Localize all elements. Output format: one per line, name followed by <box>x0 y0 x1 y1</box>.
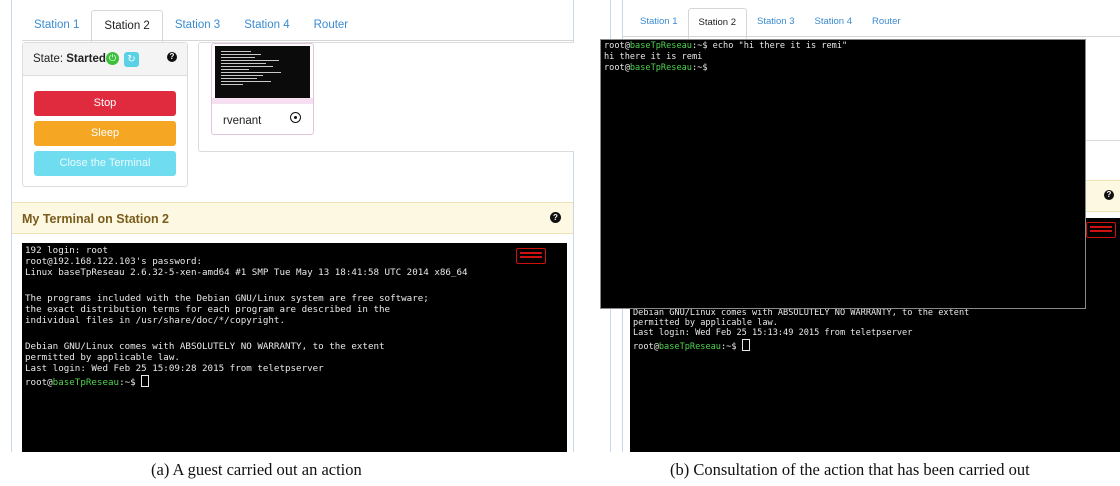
terminal-line: Last login: Wed Feb 25 15:13:49 2015 fro… <box>633 328 913 338</box>
terminal-line: the exact distribution terms for each pr… <box>25 304 391 315</box>
help-icon[interactable]: ? <box>550 212 561 223</box>
keyboard-icon[interactable] <box>516 248 546 264</box>
figure-panel-b: Station 1 Station 2 Station 3 Station 4 … <box>600 0 1120 452</box>
prompt-user: root@ <box>604 63 630 73</box>
tab-station-3[interactable]: Station 3 <box>163 10 232 40</box>
station-tabs: Station 1 Station 2 Station 3 Station 4 … <box>22 10 361 43</box>
state-label-text: State: <box>33 53 64 65</box>
prompt-user: root@ <box>25 377 53 388</box>
terminal-line: Linux baseTpReseau 2.6.32-5-xen-amd64 #1… <box>25 267 468 278</box>
refresh-icon[interactable]: ↻ <box>124 52 139 67</box>
terminal-line: 192 login: root <box>25 245 108 256</box>
tabs-divider <box>622 36 1120 37</box>
state-value: Started <box>66 53 106 65</box>
figure-panel-a: Station 1 Station 2 Station 3 Station 4 … <box>0 0 578 452</box>
power-icon[interactable]: ⏻ <box>106 52 119 65</box>
terminal-line: The programs included with the Debian GN… <box>25 293 429 304</box>
station-tabs: Station 1 Station 2 Station 3 Station 4 … <box>630 8 911 39</box>
state-header: State: Started ⏻ ↻ ? <box>23 43 187 76</box>
terminal-title: My Terminal on Station 2 <box>22 212 170 226</box>
eye-icon[interactable] <box>290 112 301 123</box>
terminal-line: permitted by applicable law. <box>25 352 180 363</box>
terminal-command-line: root@baseTpReseau:~$ echo "hi there it i… <box>604 41 847 51</box>
terminal-thumbnail <box>215 46 310 98</box>
terminal-output: hi there it is remi <box>604 52 703 62</box>
consultation-terminal[interactable]: root@baseTpReseau:~$ echo "hi there it i… <box>600 39 1086 309</box>
help-icon[interactable]: ? <box>1104 190 1114 200</box>
user-card-divider <box>212 98 313 104</box>
terminal-cursor <box>741 339 750 351</box>
prompt-user: root@ <box>633 342 659 352</box>
command-text: echo "hi there it is remi" <box>712 41 848 51</box>
tab-station-2[interactable]: Station 2 <box>687 8 747 39</box>
prompt-tail: :~$ <box>720 342 742 352</box>
tab-router[interactable]: Router <box>302 10 361 40</box>
keyboard-icon[interactable] <box>1086 222 1116 238</box>
prompt-user: root@ <box>604 41 630 51</box>
terminal-header: My Terminal on Station 2 ? <box>12 202 573 234</box>
terminal-line: root@192.168.122.103's password: <box>25 256 203 267</box>
prompt-tail: :~$ <box>691 41 713 51</box>
tab-router[interactable]: Router <box>862 8 911 36</box>
prompt-host: baseTpReseau <box>658 342 721 352</box>
prompt-tail: :~$ <box>119 377 142 388</box>
tabs-divider <box>22 40 573 41</box>
terminal-line: Debian GNU/Linux comes with ABSOLUTELY N… <box>25 341 385 352</box>
prompt-host: baseTpReseau <box>629 41 692 51</box>
tab-station-4[interactable]: Station 4 <box>805 8 863 36</box>
state-label: State: Started <box>33 53 106 65</box>
terminal-prompt: root@baseTpReseau:~$ <box>633 339 750 352</box>
terminal-prompt: root@baseTpReseau:~$ <box>604 63 713 73</box>
tab-station-1[interactable]: Station 1 <box>22 10 91 40</box>
state-panel: State: Started ⏻ ↻ ? Stop Sleep Close th… <box>22 42 188 187</box>
prompt-host: baseTpReseau <box>52 377 120 388</box>
stop-button[interactable]: Stop <box>34 91 176 116</box>
caption-a: (a) A guest carried out an action <box>151 460 362 479</box>
caption-b: (b) Consultation of the action that has … <box>670 460 1030 479</box>
prompt-host: baseTpReseau <box>629 63 692 73</box>
terminal-cursor <box>141 375 150 387</box>
tab-station-2[interactable]: Station 2 <box>91 10 163 43</box>
user-name: rvenant <box>223 115 262 127</box>
help-icon[interactable]: ? <box>167 52 177 62</box>
tab-station-3[interactable]: Station 3 <box>747 8 805 36</box>
prompt-tail: :~$ <box>691 63 713 73</box>
terminal-screen[interactable]: 192 login: root root@192.168.122.103's p… <box>22 243 567 452</box>
sleep-button[interactable]: Sleep <box>34 121 176 146</box>
terminal-line: Last login: Wed Feb 25 15:09:28 2015 fro… <box>25 363 324 374</box>
terminal-line: permitted by applicable law. <box>633 318 778 328</box>
background-panel-edge <box>1084 140 1120 141</box>
terminal-line: Debian GNU/Linux comes with ABSOLUTELY N… <box>633 308 970 318</box>
background-terminal-header: ? <box>1084 180 1120 212</box>
tab-station-4[interactable]: Station 4 <box>232 10 301 40</box>
user-card[interactable]: rvenant <box>211 43 314 135</box>
terminal-line: individual files in /usr/share/doc/*/cop… <box>25 315 285 326</box>
tab-station-1[interactable]: Station 1 <box>630 8 688 36</box>
terminal-prompt: root@baseTpReseau:~$ <box>25 375 150 388</box>
connected-users-panel: rvenant <box>198 42 574 152</box>
close-terminal-button[interactable]: Close the Terminal <box>34 151 176 176</box>
